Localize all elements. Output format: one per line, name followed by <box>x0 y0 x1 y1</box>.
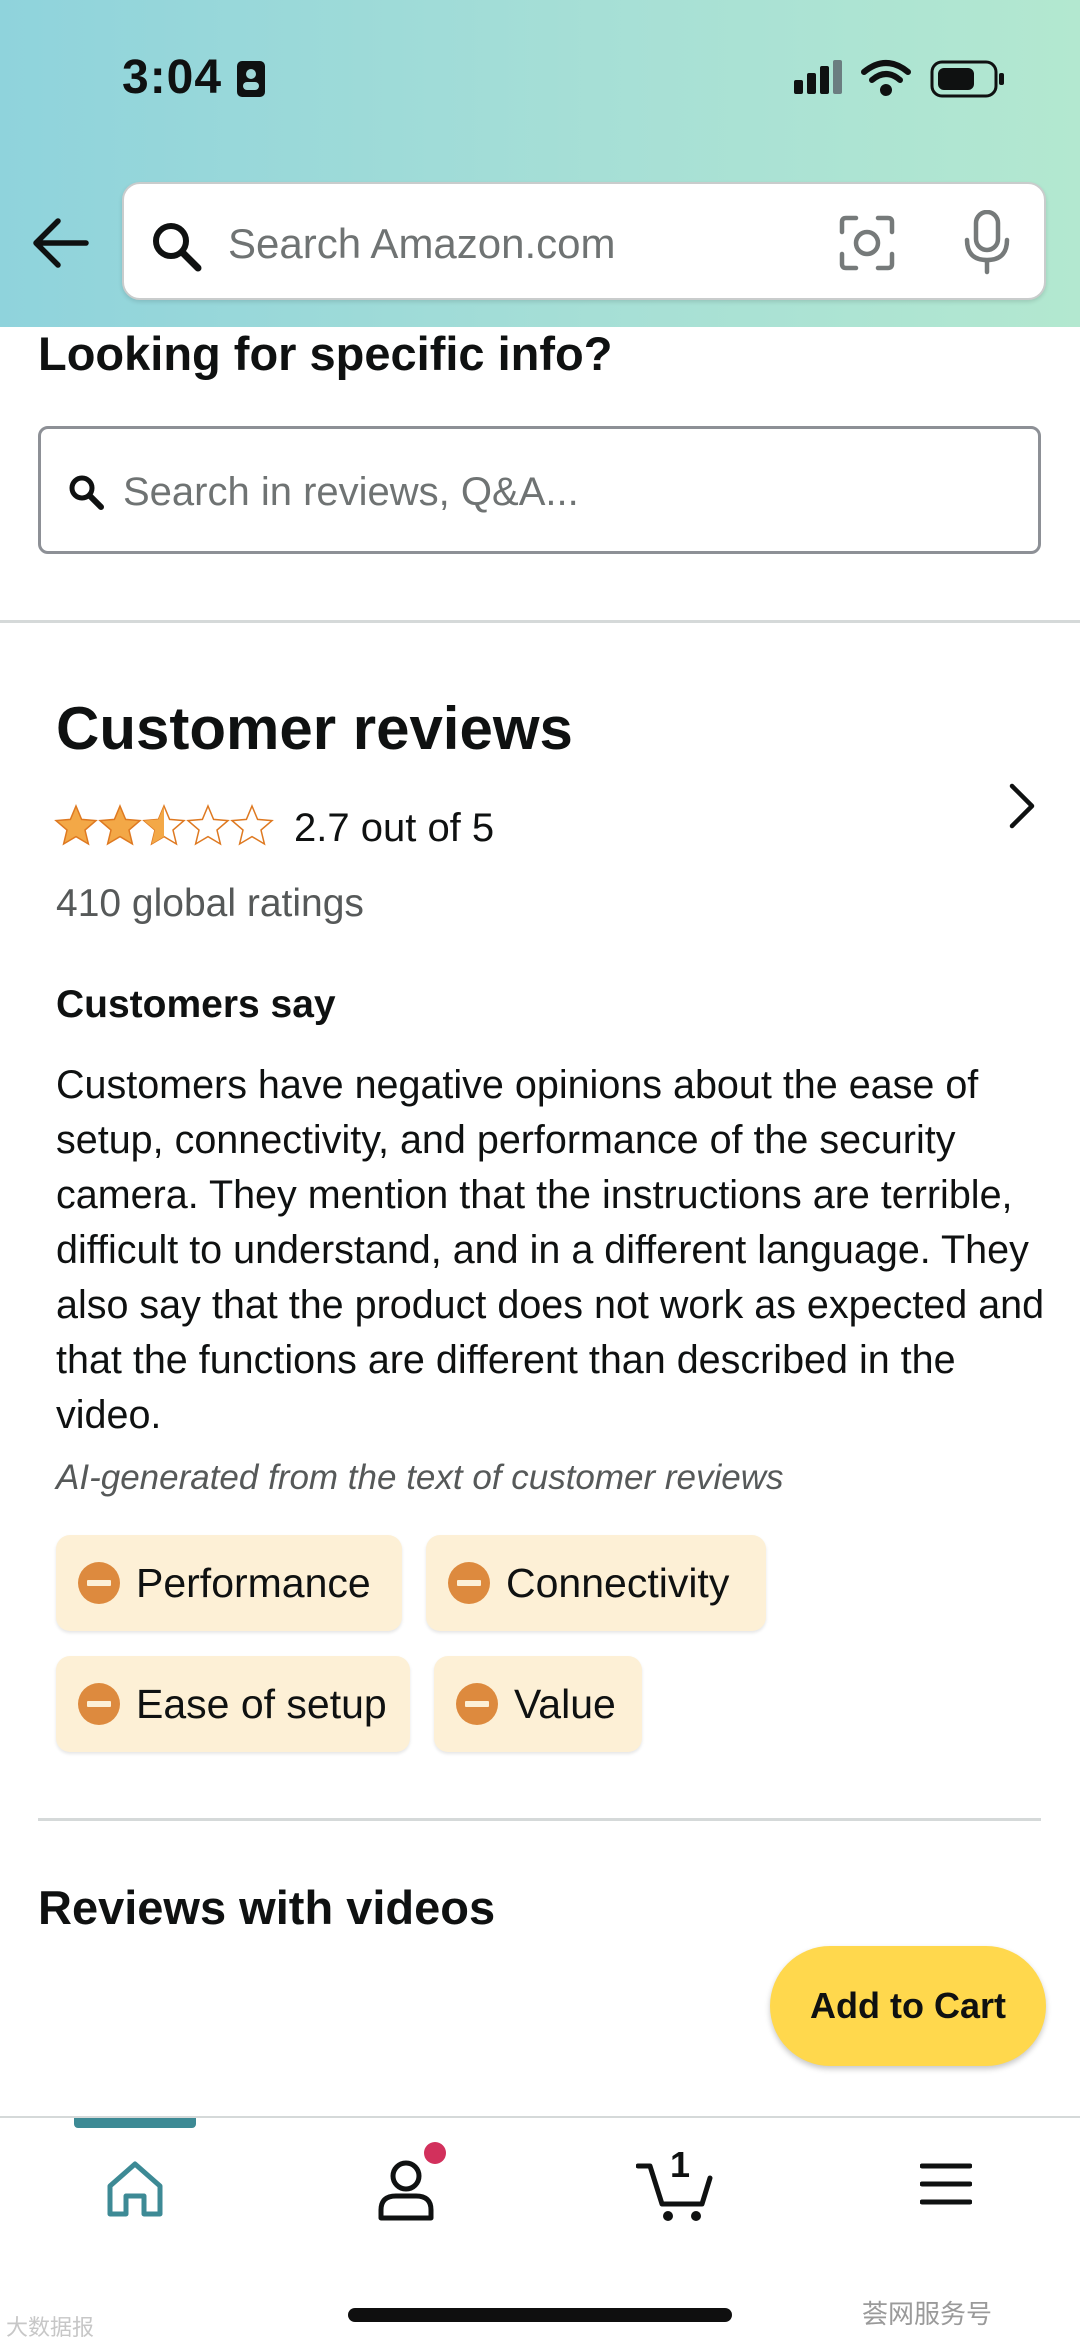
search-icon <box>69 475 104 510</box>
section-divider <box>0 620 1080 623</box>
star-full-icon <box>55 805 97 845</box>
camera-lens-icon[interactable] <box>838 214 896 272</box>
home-icon[interactable] <box>104 2158 166 2220</box>
top-header: 3:04 Search Amazon.com <box>0 0 1080 327</box>
status-icons <box>794 60 1004 98</box>
negative-minus-icon <box>78 1562 120 1604</box>
specific-info-title: Looking for specific info? <box>38 327 613 380</box>
aspect-chip-performance[interactable]: Performance <box>56 1535 402 1631</box>
aspect-chip-value[interactable]: Value <box>434 1656 642 1752</box>
customers-say-title: Customers say <box>56 983 336 1026</box>
aspect-chip-label: Connectivity <box>506 1559 730 1606</box>
reviews-search-placeholder: Search in reviews, Q&A... <box>123 470 579 514</box>
notification-dot <box>424 2142 446 2164</box>
user-account-icon[interactable] <box>376 2158 436 2222</box>
search-icon <box>153 223 202 272</box>
aspect-chip-label: Value <box>514 1680 616 1727</box>
aspect-chip-label: Ease of setup <box>136 1680 387 1727</box>
cart-count-badge: 1 <box>670 2144 691 2185</box>
microphone-icon[interactable] <box>962 210 1012 276</box>
reviews-with-videos-title: Reviews with videos <box>38 1881 496 1934</box>
amazon-search-placeholder: Search Amazon.com <box>228 220 616 267</box>
chevron-right-icon[interactable] <box>1002 782 1042 830</box>
customers-say-summary: Customers have negative opinions about t… <box>56 1063 1045 1437</box>
home-gesture-bar[interactable] <box>348 2308 732 2322</box>
ai-generated-note: AI-generated from the text of customer r… <box>56 1458 784 1497</box>
star-full-icon <box>99 805 141 845</box>
battery-icon <box>930 60 1004 98</box>
active-tab-indicator <box>74 2118 196 2128</box>
add-to-cart-button[interactable]: Add to Cart <box>770 1946 1046 2066</box>
star-empty-icon <box>231 805 273 845</box>
watermark-left: 大数据报 <box>6 2315 95 2340</box>
star-empty-icon <box>187 805 229 845</box>
aspect-chip-ease-of-setup[interactable]: Ease of setup <box>56 1656 410 1752</box>
aspect-chip-label: Performance <box>136 1559 371 1606</box>
star-rating <box>55 805 273 845</box>
amazon-search-bar[interactable]: Search Amazon.com <box>122 182 1046 300</box>
global-ratings-count: 410 global ratings <box>56 882 364 925</box>
rating-text: 2.7 out of 5 <box>294 806 495 850</box>
watermark-right: 荟网服务号 <box>862 2299 993 2329</box>
negative-minus-icon <box>448 1562 490 1604</box>
hamburger-menu-icon[interactable] <box>920 2162 972 2206</box>
wifi-icon <box>861 60 911 96</box>
contact-card-icon <box>237 61 265 97</box>
reviews-search-input[interactable]: Search in reviews, Q&A... <box>38 426 1041 554</box>
section-divider <box>38 1818 1041 1821</box>
bottom-nav-bar: 1 大数据报 荟网服务号 <box>0 2116 1080 2341</box>
negative-minus-icon <box>78 1683 120 1725</box>
signal-icon <box>794 60 842 94</box>
star-half-icon <box>143 805 185 845</box>
status-time: 3:04 <box>122 51 223 104</box>
negative-minus-icon <box>456 1683 498 1725</box>
back-arrow-icon[interactable] <box>30 215 92 271</box>
customer-reviews-title: Customer reviews <box>56 695 573 762</box>
aspect-chip-connectivity[interactable]: Connectivity <box>426 1535 766 1631</box>
